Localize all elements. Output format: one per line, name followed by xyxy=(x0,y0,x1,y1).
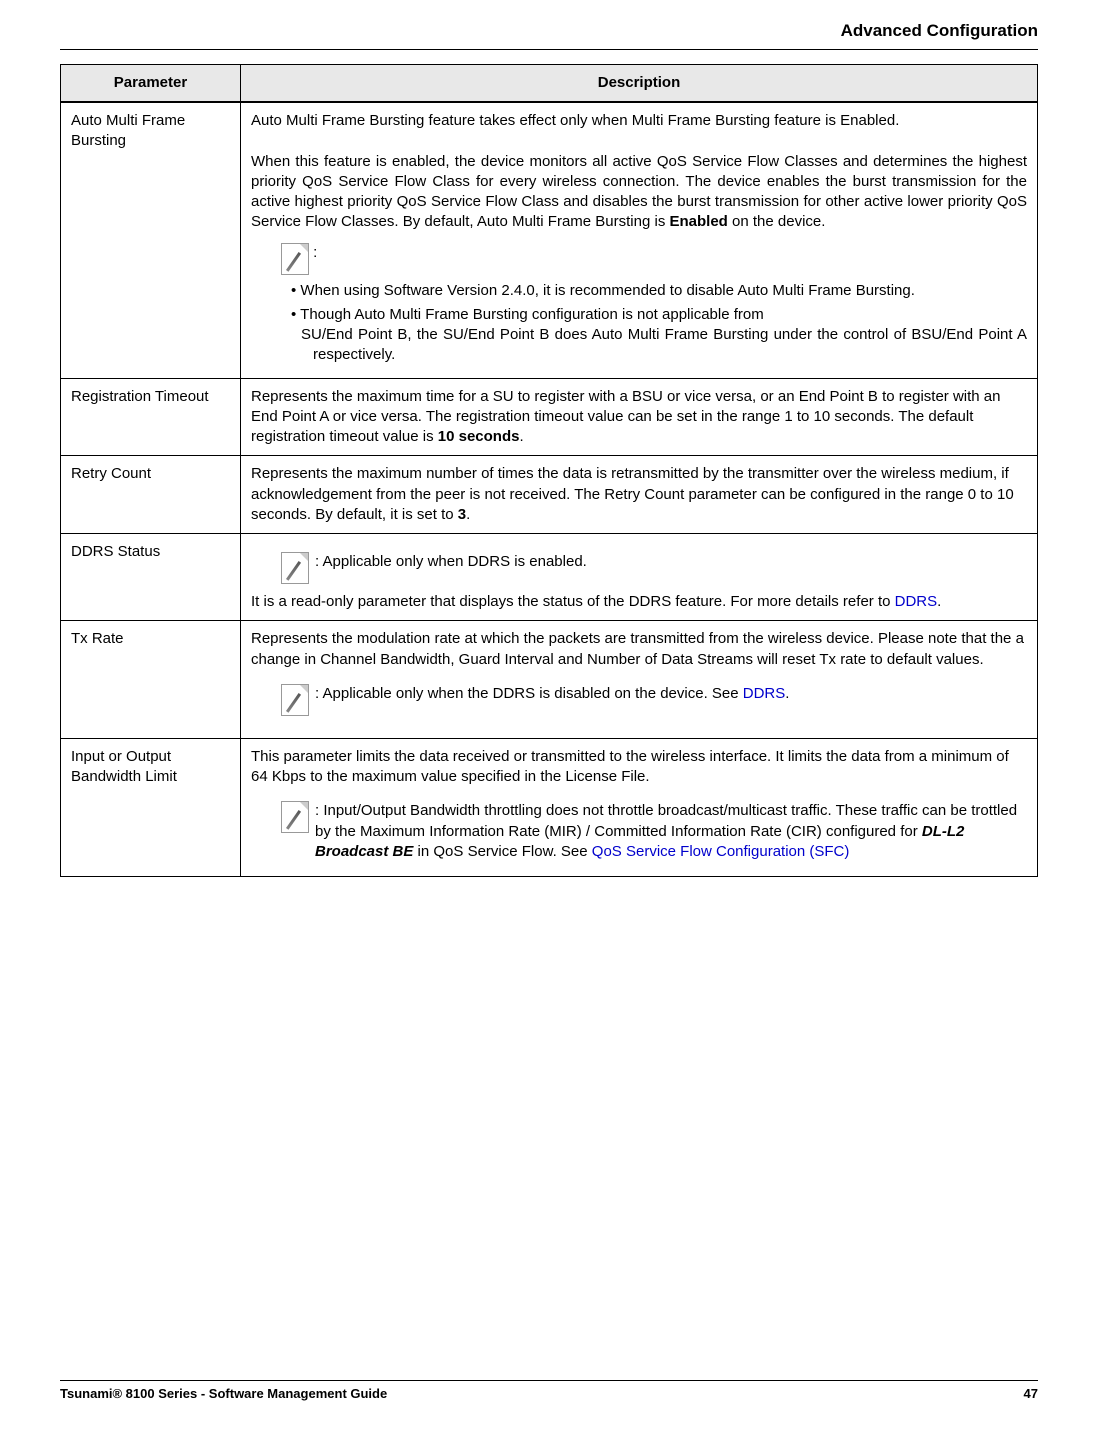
param-desc: Represents the modulation rate at which … xyxy=(241,621,1038,739)
list-item: Though Auto Multi Frame Bursting configu… xyxy=(291,305,1027,366)
text: . xyxy=(937,593,941,610)
text: . xyxy=(519,428,523,445)
text: This parameter limits the data received … xyxy=(251,747,1027,788)
link-sfc[interactable]: QoS Service Flow Configuration (SFC) xyxy=(592,843,850,860)
note-block: : Input/Output Bandwidth throttling does… xyxy=(281,801,1027,862)
text-bold: 10 seconds xyxy=(438,428,520,445)
footer-rule xyxy=(60,1380,1038,1381)
table-row: Input or Output Bandwidth Limit This par… xyxy=(61,738,1038,876)
table-row: Auto Multi Frame Bursting Auto Multi Fra… xyxy=(61,102,1038,378)
text: Represents the maximum number of times t… xyxy=(251,465,1014,523)
text: Represents the modulation rate at which … xyxy=(251,629,1027,670)
text-part: on the device. xyxy=(728,213,826,230)
param-desc: Represents the maximum time for a SU to … xyxy=(241,378,1038,456)
text: . xyxy=(466,506,470,523)
param-name: Input or Output Bandwidth Limit xyxy=(61,738,241,876)
param-desc: This parameter limits the data received … xyxy=(241,738,1038,876)
param-name: Registration Timeout xyxy=(61,378,241,456)
top-rule xyxy=(60,49,1038,50)
text-part: When this feature is enabled, the device… xyxy=(251,153,1027,231)
note-block: : Applicable only when DDRS is enabled. xyxy=(281,552,1027,584)
footer-page-number: 47 xyxy=(1024,1385,1038,1403)
text: SU/End Point B, the SU/End Point B does … xyxy=(313,325,1027,366)
page-footer: Tsunami® 8100 Series - Software Manageme… xyxy=(60,1380,1038,1403)
text: . xyxy=(785,685,789,702)
text: : Input/Output Bandwidth throttling does… xyxy=(315,802,1017,839)
param-desc: : Applicable only when DDRS is enabled. … xyxy=(241,534,1038,621)
header-parameter: Parameter xyxy=(61,64,241,102)
text-bold: Enabled xyxy=(669,213,727,230)
link-ddrs[interactable]: DDRS xyxy=(743,685,786,702)
param-name: Auto Multi Frame Bursting xyxy=(61,102,241,378)
link-ddrs[interactable]: DDRS xyxy=(895,593,938,610)
note-colon: : xyxy=(313,244,317,261)
bullet-list: When using Software Version 2.4.0, it is… xyxy=(291,281,1027,366)
note-text: : Applicable only when DDRS is enabled. xyxy=(315,552,1027,572)
table-row: Registration Timeout Represents the maxi… xyxy=(61,378,1038,456)
text: When this feature is enabled, the device… xyxy=(251,152,1027,233)
note-icon xyxy=(281,243,309,275)
text: : Applicable only when the DDRS is disab… xyxy=(315,685,743,702)
note-text: : Input/Output Bandwidth throttling does… xyxy=(315,801,1027,862)
param-name: DDRS Status xyxy=(61,534,241,621)
text-bold: 3 xyxy=(458,506,466,523)
param-desc: Auto Multi Frame Bursting feature takes … xyxy=(241,102,1038,378)
text: in QoS Service Flow. See xyxy=(413,843,591,860)
table-row: Tx Rate Represents the modulation rate a… xyxy=(61,621,1038,739)
param-desc: Represents the maximum number of times t… xyxy=(241,456,1038,534)
list-item: When using Software Version 2.4.0, it is… xyxy=(291,281,1027,301)
note-icon xyxy=(281,801,309,833)
param-name: Tx Rate xyxy=(61,621,241,739)
header-description: Description xyxy=(241,64,1038,102)
footer-left: Tsunami® 8100 Series - Software Manageme… xyxy=(60,1385,387,1403)
text: It is a read-only parameter that display… xyxy=(251,592,1027,612)
text: Represents the maximum time for a SU to … xyxy=(251,388,1000,446)
text: Auto Multi Frame Bursting feature takes … xyxy=(251,111,1027,131)
section-title: Advanced Configuration xyxy=(60,20,1038,43)
text: It is a read-only parameter that display… xyxy=(251,593,895,610)
note-block: : Applicable only when the DDRS is disab… xyxy=(281,684,1027,716)
param-name: Retry Count xyxy=(61,456,241,534)
table-row: DDRS Status : Applicable only when DDRS … xyxy=(61,534,1038,621)
note-text: : Applicable only when the DDRS is disab… xyxy=(315,684,1027,704)
table-row: Retry Count Represents the maximum numbe… xyxy=(61,456,1038,534)
note-icon xyxy=(281,684,309,716)
note-icon xyxy=(281,552,309,584)
parameter-table: Parameter Description Auto Multi Frame B… xyxy=(60,64,1038,877)
note-block: : xyxy=(281,243,1027,275)
text: Though Auto Multi Frame Bursting configu… xyxy=(300,306,764,323)
